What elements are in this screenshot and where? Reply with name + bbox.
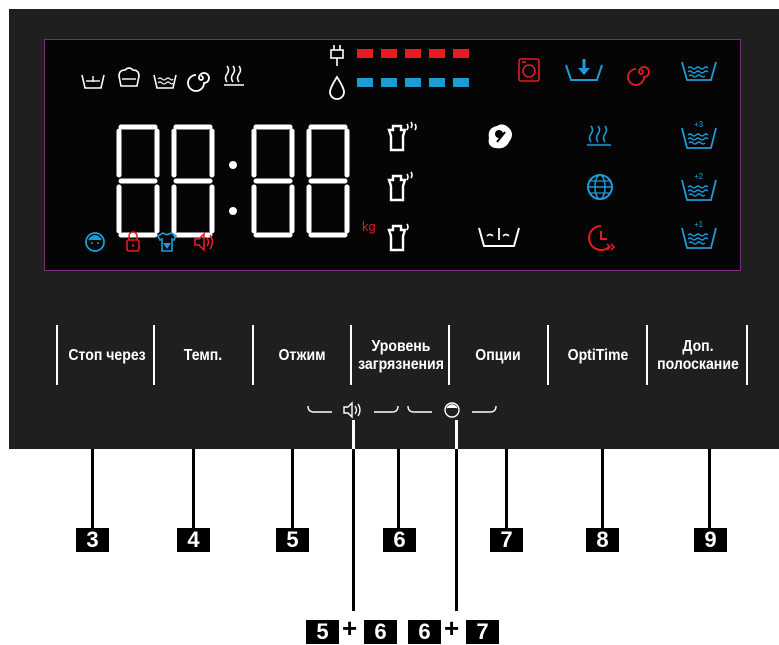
extra-rinse-button[interactable]: Доп. полоскание [649, 314, 748, 398]
spin-button[interactable]: Отжим [260, 314, 344, 398]
leader-line-5 [291, 449, 294, 529]
temperature-plug-icon [330, 45, 344, 66]
wash-icon [153, 74, 177, 89]
callout-9: 9 [694, 528, 727, 552]
temperature-button[interactable]: Темп. [161, 314, 245, 398]
callout-6: 6 [383, 528, 416, 552]
water-bar-5 [453, 78, 469, 87]
leader-white-combo1 [352, 420, 355, 449]
spin-red-icon [627, 66, 650, 86]
combo2-a: 6 [408, 620, 441, 644]
combo1-plus: + [342, 613, 358, 643]
rinse-plus2-icon: +2 [681, 172, 717, 201]
temp-bar-1 [357, 49, 373, 58]
separator [646, 325, 648, 385]
unit-label: kg [362, 219, 376, 234]
leader-line-combo1-dark [352, 449, 355, 611]
callout-3: 3 [76, 528, 109, 552]
steam-icon [224, 65, 244, 86]
combo2-b: 7 [466, 620, 499, 644]
sound-icon [194, 232, 214, 252]
leader-line-7 [505, 449, 508, 529]
svg-text:+1: +1 [694, 220, 704, 229]
add-garment-icon [156, 232, 178, 252]
opti-time-icon [588, 225, 616, 251]
leader-line-8 [601, 449, 604, 529]
leader-line-6 [397, 449, 400, 529]
temp-bar-3 [405, 49, 421, 58]
combo1-a: 5 [306, 620, 339, 644]
medium-soil-icon [387, 171, 413, 202]
water-bar-4 [429, 78, 445, 87]
intensive-icon [118, 67, 140, 87]
leader-line-3 [91, 449, 94, 529]
leader-line-combo2 [455, 449, 458, 611]
soil-level-button[interactable]: Уровень загрязнения [353, 314, 450, 398]
water-bar-2 [381, 78, 397, 87]
rinse-plus3-icon: +3 [681, 120, 717, 149]
time-digits [116, 124, 350, 238]
temp-bar-2 [381, 49, 397, 58]
options-button[interactable]: Опции [456, 314, 540, 398]
separator [547, 325, 549, 385]
callout-8: 8 [586, 528, 619, 552]
svg-text:+3: +3 [694, 120, 704, 129]
svg-text:+2: +2 [694, 172, 704, 181]
rinse-icon [681, 61, 717, 81]
callout-4: 4 [177, 528, 210, 552]
optitime-button[interactable]: OptiTime [552, 314, 644, 398]
heavy-soil-icon [387, 121, 417, 152]
combo2-plus: + [444, 613, 460, 643]
delay-stop-button[interactable]: Стоп через [57, 314, 157, 398]
prewash-option-icon [478, 227, 520, 247]
prewash-icon [81, 74, 105, 89]
door-lock-icon [126, 231, 140, 252]
temp-bar-4 [429, 49, 445, 58]
callout-5: 5 [276, 528, 309, 552]
leader-white-combo2 [455, 420, 458, 449]
callout-7: 7 [490, 528, 523, 552]
stain-icon [488, 124, 512, 149]
leader-line-9 [708, 449, 711, 529]
separator [252, 325, 254, 385]
child-lock-icon [85, 232, 105, 252]
combo1-b: 6 [364, 620, 397, 644]
drum-clean-icon [518, 58, 540, 82]
light-soil-icon [387, 223, 409, 252]
water-bar-1 [357, 78, 373, 87]
water-drop-icon [329, 75, 345, 100]
leader-line-4 [192, 449, 195, 529]
child-lock-combo-indicator [407, 402, 497, 418]
rinse-hold-icon [565, 59, 603, 81]
steam-blue-icon [587, 125, 611, 146]
temp-bar-5 [453, 49, 469, 58]
water-bar-3 [405, 78, 421, 87]
spin-icon [187, 72, 210, 92]
globe-icon [587, 174, 613, 200]
sound-combo-indicator [307, 401, 399, 419]
rinse-plus1-icon: +1 [681, 220, 717, 249]
lcd-display: kg +3 +2 +1 [44, 39, 741, 271]
